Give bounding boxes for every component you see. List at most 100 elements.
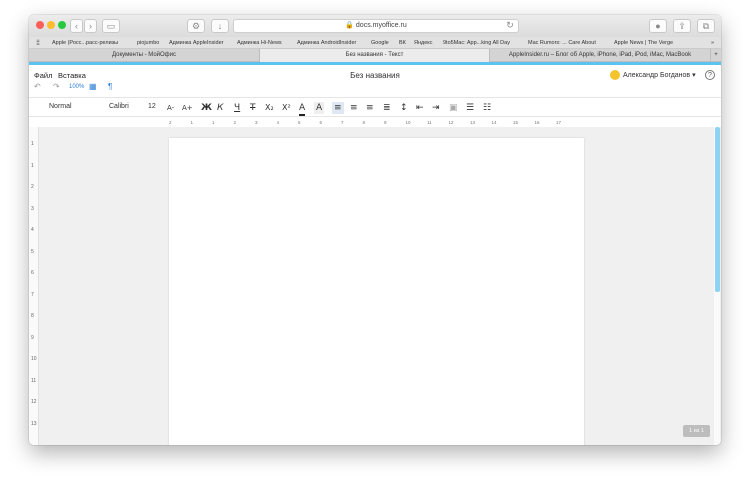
bookmark-item[interactable]: 9to5Mac: App...king All Day (443, 40, 510, 46)
bookmark-item[interactable]: Apple News | The Verge (614, 40, 673, 46)
user-menu[interactable]: Александр Богданов ▾ (623, 71, 696, 79)
align-right-icon[interactable]: ≡ (366, 102, 374, 114)
reload-icon[interactable]: ↻ (505, 19, 515, 33)
ruler-number: 2 (169, 120, 172, 125)
highlight-button[interactable]: A (314, 102, 325, 114)
subscript-button[interactable]: X₂ (265, 102, 274, 114)
pilcrow-icon[interactable]: ¶ (108, 82, 112, 91)
tab-label: Без названия - Текст (345, 52, 404, 58)
share-icon[interactable]: ⇪ (673, 19, 691, 33)
ruler-number: 2 (31, 184, 34, 190)
ruler-number: 1 (190, 120, 194, 125)
page-indicator: 1 из 1 (683, 425, 710, 437)
download-icon[interactable]: ↓ (211, 19, 229, 33)
ruler-number: 10 (31, 356, 37, 362)
zoom-level[interactable]: 100% (69, 84, 84, 90)
bookmark-item[interactable]: Админка AndroidInsider (297, 40, 356, 46)
url-text: docs.myoffice.ru (355, 22, 407, 29)
ruler-number: 9 (31, 334, 34, 341)
help-button[interactable]: ? (705, 70, 715, 80)
ruler-number: 12 (448, 120, 454, 125)
ruler-number: 14 (491, 120, 497, 125)
document-page[interactable] (169, 138, 584, 445)
ruler-number: 8 (362, 120, 366, 125)
ruler-number: 13 (470, 120, 476, 125)
sidebar-icon[interactable]: ▭ (102, 19, 120, 33)
size-select[interactable]: 12 (148, 103, 156, 110)
ruler-number: 3 (255, 120, 258, 125)
align-left-icon[interactable]: ≡ (332, 102, 344, 114)
bookmark-item[interactable]: Google (371, 40, 389, 46)
decrease-font-button[interactable]: A- (167, 102, 174, 114)
app-header: Файл Вставка ↶ ↷ 100% ▦ ¶ Без названия А… (29, 65, 721, 97)
ruler-number: 1 (212, 120, 215, 125)
back-icon[interactable]: ‹ (70, 19, 83, 33)
ruler-number: 11 (31, 377, 37, 384)
browser-toolbar: ‹ › ▭ ⚙ ↓ 🔒 docs.myoffice.ru ↻ ● ⇪ ⧉ (29, 15, 721, 37)
browser-window: ‹ › ▭ ⚙ ↓ 🔒 docs.myoffice.ru ↻ ● ⇪ ⧉ ⣿ A… (29, 15, 721, 445)
avatar[interactable] (610, 70, 620, 80)
tab-documents[interactable]: Документы - МойОфис (29, 49, 260, 62)
scrollbar-thumb[interactable] (715, 127, 720, 292)
tab-appleinsider[interactable]: AppleInsider.ru – Блог об Apple, iPhone,… (490, 49, 711, 62)
ruler-number: 7 (31, 291, 34, 298)
ruler-number: 12 (31, 399, 37, 405)
align-justify-icon[interactable]: ≣ (383, 102, 391, 114)
more-bookmarks-icon[interactable]: » (711, 40, 714, 46)
info-icon[interactable]: ● (649, 19, 667, 33)
forward-icon[interactable]: › (84, 19, 97, 33)
bookmark-item[interactable]: Админка AppleInsider (169, 40, 223, 46)
table-icon[interactable]: ▦ (89, 82, 97, 91)
redo-icon[interactable]: ↷ (53, 82, 60, 91)
minimize-window-button[interactable] (47, 21, 55, 29)
bookmark-item[interactable]: Админка Hi-News (237, 40, 282, 46)
ruler-number: 5 (298, 120, 301, 125)
strikethrough-button[interactable]: Т (250, 102, 256, 114)
bulleted-list-icon[interactable]: ☰ (466, 102, 474, 114)
ruler-number: 13 (31, 420, 37, 427)
increase-font-button[interactable]: A+ (182, 102, 193, 114)
bookmark-item[interactable]: ВК (399, 40, 406, 46)
tab-untitled-text[interactable]: Без названия - Текст (260, 49, 490, 62)
bookmark-item[interactable]: Apple (Росс...расс-релизы (52, 40, 118, 46)
close-window-button[interactable] (36, 21, 44, 29)
undo-icon[interactable]: ↶ (34, 82, 41, 91)
ruler-number: 2 (233, 120, 237, 125)
zoom-window-button[interactable] (58, 21, 66, 29)
bookmark-item[interactable]: Яндекс (414, 40, 433, 46)
indent-decrease-icon[interactable]: ⇤ (416, 102, 424, 114)
bookmark-item[interactable]: Mac Rumors: ... Care About (528, 40, 596, 46)
format-toolbar: Normal Calibri 12 A- A+ Ж К Ч Т X₂ X² A … (29, 97, 721, 117)
tabs-overview-icon[interactable]: ⧉ (697, 19, 715, 33)
align-center-icon[interactable]: ≡ (350, 102, 358, 114)
style-select[interactable]: Normal (49, 103, 72, 110)
ruler-number: 1 (31, 141, 34, 147)
ruler-number: 3 (31, 205, 34, 212)
bold-button[interactable]: Ж (201, 102, 212, 114)
superscript-button[interactable]: X² (282, 102, 291, 114)
tab-label: Документы - МойОфис (112, 52, 176, 58)
ruler-number: 5 (31, 248, 34, 255)
grid-icon[interactable]: ⣿ (36, 40, 40, 46)
tab-label: AppleInsider.ru – Блог об Apple, iPhone,… (508, 52, 692, 58)
address-bar[interactable]: 🔒 docs.myoffice.ru (233, 19, 519, 33)
italic-button[interactable]: К (217, 102, 223, 114)
bookmarks-bar: ⣿ Apple (Росс...расс-релизы piojumbo Адм… (29, 37, 721, 49)
underline-button[interactable]: Ч (234, 102, 240, 114)
ruler-number: 8 (31, 313, 34, 319)
numbered-list-icon[interactable]: ☷ (483, 102, 491, 114)
ruler-number: 7 (341, 120, 344, 125)
paragraph-format-icon[interactable]: ▣ (449, 102, 458, 114)
bookmark-item[interactable]: piojumbo (137, 40, 159, 46)
extension-icon[interactable]: ⚙ (187, 19, 205, 33)
font-select[interactable]: Calibri (109, 103, 129, 110)
user-name: Александр Богданов (623, 72, 691, 79)
ruler-number: 4 (31, 227, 34, 233)
ruler-number: 9 (384, 120, 387, 125)
ruler-number: 6 (319, 120, 323, 125)
ruler-number: 15 (513, 120, 519, 125)
indent-increase-icon[interactable]: ⇥ (432, 102, 440, 114)
new-tab-icon[interactable]: + (711, 49, 721, 62)
line-spacing-icon[interactable]: ↕ (400, 102, 408, 114)
text-color-button[interactable]: A (299, 102, 306, 116)
